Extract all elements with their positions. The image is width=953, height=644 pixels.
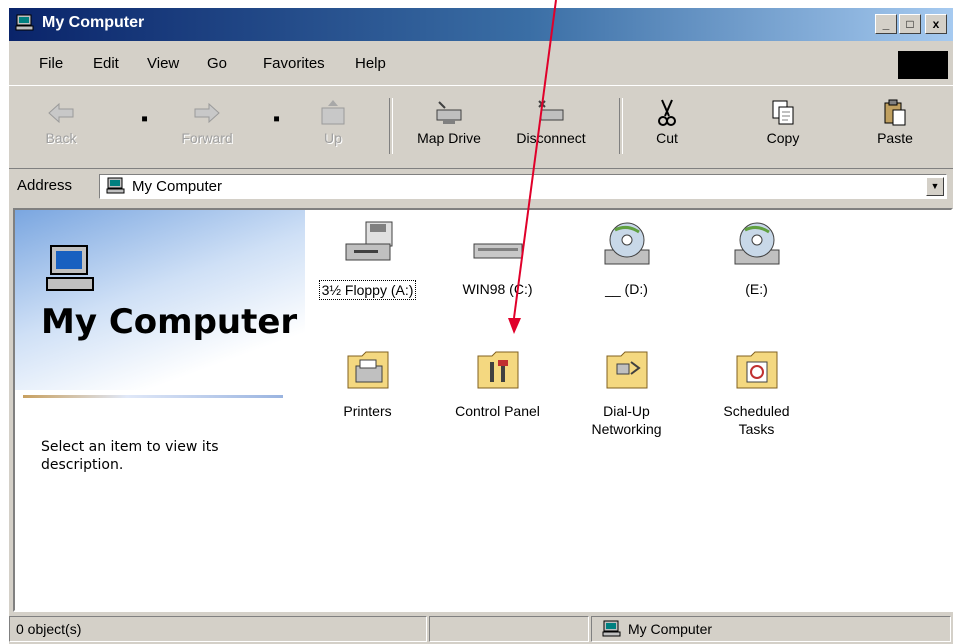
disconnect-drive-icon	[538, 100, 564, 121]
icon-cd-drive-e[interactable]: (E:)	[694, 218, 819, 299]
title-bar[interactable]: My Computer _ □ x	[9, 8, 953, 41]
web-view-gradient	[15, 210, 305, 390]
icon-cd-drive-d[interactable]: __ (D:)	[564, 218, 689, 299]
back-arrow-icon	[48, 102, 74, 124]
status-panel-empty	[429, 616, 589, 642]
icon-control-panel[interactable]: Control Panel	[435, 344, 560, 421]
dialup-networking-folder-icon	[606, 351, 647, 389]
menu-edit[interactable]: Edit	[93, 55, 119, 72]
window-title: My Computer	[42, 14, 145, 31]
forward-button[interactable]: Forward	[167, 94, 247, 164]
map-drive-button[interactable]: Map Drive	[401, 94, 497, 164]
menu-favorites[interactable]: Favorites	[263, 55, 325, 72]
cut-button[interactable]: Cut	[627, 94, 707, 164]
paste-button[interactable]: Paste	[855, 94, 935, 164]
status-location: My Computer	[591, 616, 951, 642]
up-button[interactable]: Up	[293, 94, 373, 164]
status-location-text: My Computer	[628, 621, 713, 637]
cd-drive-icon	[734, 222, 779, 265]
back-dropdown-arrow[interactable]: ▪	[141, 108, 148, 131]
web-view-panel: My Computer Select an item to view its d…	[15, 210, 305, 610]
forward-dropdown-arrow[interactable]: ▪	[273, 108, 280, 131]
copy-button[interactable]: Copy	[743, 94, 823, 164]
address-value: My Computer	[132, 178, 223, 195]
icon-floppy-drive[interactable]: 3½ Floppy (A:)	[305, 218, 430, 300]
standard-toolbar: Back ▪ Forward ▪ Up Map Drive Disconnect…	[9, 85, 953, 169]
my-computer-window: My Computer _ □ x File Edit View Go Favo…	[7, 6, 953, 644]
status-object-count: 0 object(s)	[9, 616, 427, 642]
back-button[interactable]: Back	[21, 94, 101, 164]
computer-icon	[15, 14, 34, 31]
toolbar-separator	[389, 98, 393, 154]
cd-drive-icon	[604, 222, 649, 265]
panel-description: Select an item to view its description.	[41, 439, 219, 473]
forward-arrow-icon	[194, 102, 220, 124]
menu-file[interactable]: File	[39, 55, 63, 72]
my-computer-large-icon	[46, 245, 94, 291]
icon-dial-up-networking[interactable]: Dial-Up Networking	[564, 344, 689, 439]
icon-scheduled-tasks[interactable]: Scheduled Tasks	[694, 344, 819, 439]
floppy-drive-icon	[345, 221, 392, 261]
status-bar: 0 object(s) My Computer	[9, 614, 953, 644]
windows-logo-throbber	[898, 51, 948, 79]
menu-help[interactable]: Help	[355, 55, 386, 72]
menu-view[interactable]: View	[147, 55, 179, 72]
panel-title: My Computer	[41, 302, 298, 342]
disconnect-button[interactable]: Disconnect	[503, 94, 599, 164]
address-label: Address	[17, 177, 73, 194]
close-button[interactable]: x	[925, 14, 947, 34]
icon-hard-drive-c[interactable]: WIN98 (C:)	[435, 218, 560, 299]
folder-view: My Computer Select an item to view its d…	[13, 208, 953, 612]
menu-go[interactable]: Go	[207, 55, 227, 72]
icon-printers[interactable]: Printers	[305, 344, 430, 421]
address-dropdown-button[interactable]: ▼	[926, 177, 944, 196]
address-field[interactable]: My Computer ▼	[99, 174, 947, 199]
hard-drive-icon	[473, 243, 522, 259]
scheduled-tasks-folder-icon	[736, 351, 777, 389]
map-drive-icon	[436, 101, 462, 124]
paste-icon	[884, 99, 906, 126]
minimize-button[interactable]: _	[875, 14, 897, 34]
menu-bar: File Edit View Go Favorites Help	[9, 46, 953, 80]
address-bar: Address My Computer ▼	[9, 172, 953, 202]
copy-icon	[772, 100, 794, 125]
scissors-icon	[658, 99, 676, 126]
computer-icon	[106, 177, 125, 194]
panel-divider	[23, 395, 283, 398]
printers-folder-icon	[347, 351, 388, 389]
computer-icon	[602, 620, 621, 637]
maximize-button[interactable]: □	[899, 14, 921, 34]
up-folder-icon	[321, 100, 345, 125]
control-panel-folder-icon	[477, 351, 518, 389]
toolbar-separator	[619, 98, 623, 154]
